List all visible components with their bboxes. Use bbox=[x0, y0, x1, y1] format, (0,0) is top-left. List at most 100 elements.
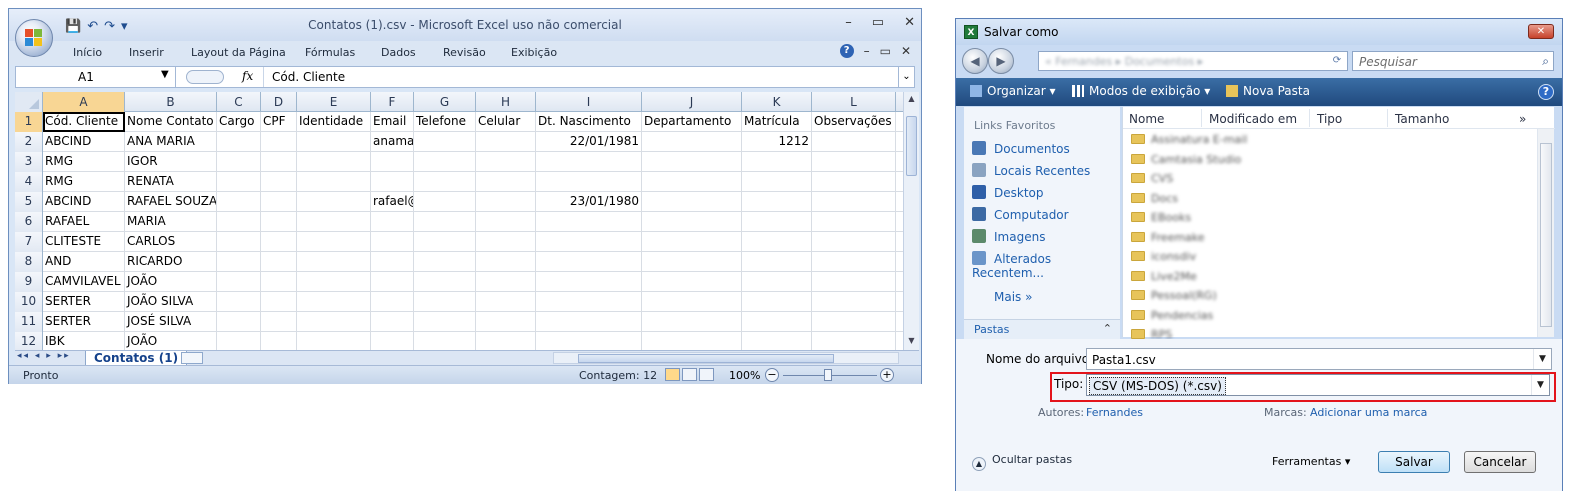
cell[interactable]: RMG bbox=[43, 152, 125, 172]
hide-folders-toggle[interactable]: ▲ Ocultar pastas bbox=[972, 453, 1072, 471]
cell[interactable] bbox=[536, 212, 642, 232]
tab-inicio[interactable]: Início bbox=[73, 46, 102, 59]
formula-input[interactable]: Cód. Cliente bbox=[272, 70, 345, 84]
cell[interactable] bbox=[642, 152, 742, 172]
tools-button[interactable]: Ferramentas ▾ bbox=[1272, 455, 1350, 468]
cell[interactable] bbox=[297, 212, 371, 232]
cell[interactable] bbox=[742, 312, 812, 332]
cell[interactable] bbox=[217, 272, 261, 292]
cell[interactable] bbox=[371, 272, 414, 292]
cell[interactable] bbox=[261, 332, 297, 350]
cell[interactable] bbox=[476, 292, 536, 312]
scroll-down-icon[interactable]: ▼ bbox=[906, 336, 917, 348]
cell[interactable]: Observações bbox=[812, 112, 896, 132]
cell[interactable] bbox=[742, 232, 812, 252]
cell[interactable]: Telefone bbox=[414, 112, 476, 132]
cell[interactable] bbox=[297, 252, 371, 272]
zoom-level[interactable]: 100% bbox=[729, 369, 760, 382]
cell[interactable] bbox=[642, 132, 742, 152]
cell[interactable] bbox=[371, 252, 414, 272]
cell[interactable] bbox=[414, 292, 476, 312]
organize-button[interactable]: Organizar ▾ bbox=[970, 84, 1056, 98]
more-columns-icon[interactable]: » bbox=[1519, 112, 1526, 126]
cell[interactable]: Departamento bbox=[642, 112, 742, 132]
cell[interactable] bbox=[261, 172, 297, 192]
insert-sheet-icon[interactable] bbox=[181, 352, 203, 364]
refresh-icon[interactable]: ⟳ bbox=[1326, 52, 1348, 70]
search-input[interactable]: Pesquisar ⌕ bbox=[1352, 51, 1554, 71]
row-header[interactable]: 12 bbox=[15, 332, 43, 350]
workbook-minimize-button[interactable]: – bbox=[864, 44, 870, 58]
row-header[interactable]: 4 bbox=[15, 172, 43, 192]
cell[interactable] bbox=[261, 312, 297, 332]
cell[interactable] bbox=[371, 152, 414, 172]
cell[interactable] bbox=[812, 212, 896, 232]
row-header[interactable]: 11 bbox=[15, 312, 43, 332]
cell[interactable]: rafael@abc.com.br bbox=[371, 192, 414, 212]
cell[interactable] bbox=[742, 252, 812, 272]
cell[interactable] bbox=[476, 192, 536, 212]
cell[interactable] bbox=[297, 172, 371, 192]
cell[interactable] bbox=[414, 212, 476, 232]
cell[interactable] bbox=[476, 312, 536, 332]
cell[interactable] bbox=[812, 312, 896, 332]
cell[interactable]: Celular bbox=[476, 112, 536, 132]
cell[interactable] bbox=[812, 332, 896, 350]
file-list-scrollbar[interactable] bbox=[1537, 129, 1554, 337]
workbook-close-button[interactable]: ✕ bbox=[901, 44, 911, 58]
cell[interactable] bbox=[414, 172, 476, 192]
row-header[interactable]: 9 bbox=[15, 272, 43, 292]
favorite-link[interactable]: Alterados Recentem... bbox=[972, 251, 1120, 280]
workbook-restore-button[interactable]: ▭ bbox=[880, 44, 891, 58]
dialog-close-button[interactable]: ✕ bbox=[1528, 24, 1554, 39]
cell[interactable] bbox=[742, 292, 812, 312]
cell[interactable] bbox=[476, 332, 536, 350]
cell[interactable]: Matrícula bbox=[742, 112, 812, 132]
cell[interactable]: RAFAEL bbox=[43, 212, 125, 232]
page-layout-view-icon[interactable] bbox=[682, 368, 697, 381]
cell[interactable] bbox=[536, 332, 642, 350]
cell[interactable]: JOSÉ SILVA bbox=[125, 312, 217, 332]
help-icon[interactable]: ? bbox=[839, 44, 854, 58]
row-header[interactable]: 8 bbox=[15, 252, 43, 272]
list-item[interactable]: iconsdiv bbox=[1131, 250, 1196, 268]
horizontal-scroll-thumb[interactable] bbox=[578, 354, 834, 363]
cell[interactable] bbox=[414, 192, 476, 212]
list-item[interactable]: CVS bbox=[1131, 172, 1173, 190]
column-header-a[interactable]: A bbox=[43, 92, 125, 112]
column-header-b[interactable]: B bbox=[125, 92, 217, 112]
cell[interactable]: JOÃO SILVA bbox=[125, 292, 217, 312]
row-header[interactable]: 2 bbox=[15, 132, 43, 152]
favorite-link[interactable]: Computador bbox=[972, 207, 1069, 222]
more-favorites-link[interactable]: Mais » bbox=[994, 290, 1032, 304]
cell[interactable] bbox=[261, 212, 297, 232]
new-folder-button[interactable]: Nova Pasta bbox=[1226, 84, 1310, 98]
cell[interactable] bbox=[812, 152, 896, 172]
tab-inserir[interactable]: Inserir bbox=[129, 46, 164, 59]
cell[interactable] bbox=[476, 252, 536, 272]
list-item[interactable]: Live2Me bbox=[1131, 270, 1197, 288]
cell[interactable]: Nome Contato bbox=[125, 112, 217, 132]
column-header-k[interactable]: K bbox=[742, 92, 812, 112]
cell[interactable] bbox=[642, 172, 742, 192]
cell[interactable]: Cargo bbox=[217, 112, 261, 132]
cell[interactable] bbox=[476, 172, 536, 192]
vertical-scrollbar[interactable]: ▲ ▼ bbox=[903, 92, 919, 350]
cell[interactable] bbox=[742, 212, 812, 232]
cell[interactable] bbox=[261, 152, 297, 172]
tab-formulas[interactable]: Fórmulas bbox=[305, 46, 355, 59]
horizontal-scrollbar[interactable] bbox=[553, 352, 899, 364]
formula-zoom-handle[interactable] bbox=[186, 70, 224, 84]
cell[interactable] bbox=[371, 312, 414, 332]
cell[interactable] bbox=[812, 192, 896, 212]
cell[interactable]: anamaria@anamaria.com.b bbox=[371, 132, 414, 152]
tab-exibicao[interactable]: Exibição bbox=[511, 46, 557, 59]
cell[interactable] bbox=[536, 272, 642, 292]
tab-dados[interactable]: Dados bbox=[381, 46, 416, 59]
column-modified[interactable]: Modificado em bbox=[1209, 112, 1297, 126]
add-tag-link[interactable]: Adicionar uma marca bbox=[1310, 406, 1427, 419]
cell[interactable]: RMG bbox=[43, 172, 125, 192]
save-button[interactable]: Salvar bbox=[1378, 451, 1450, 473]
column-header-e[interactable]: E bbox=[297, 92, 371, 112]
cell[interactable] bbox=[261, 272, 297, 292]
